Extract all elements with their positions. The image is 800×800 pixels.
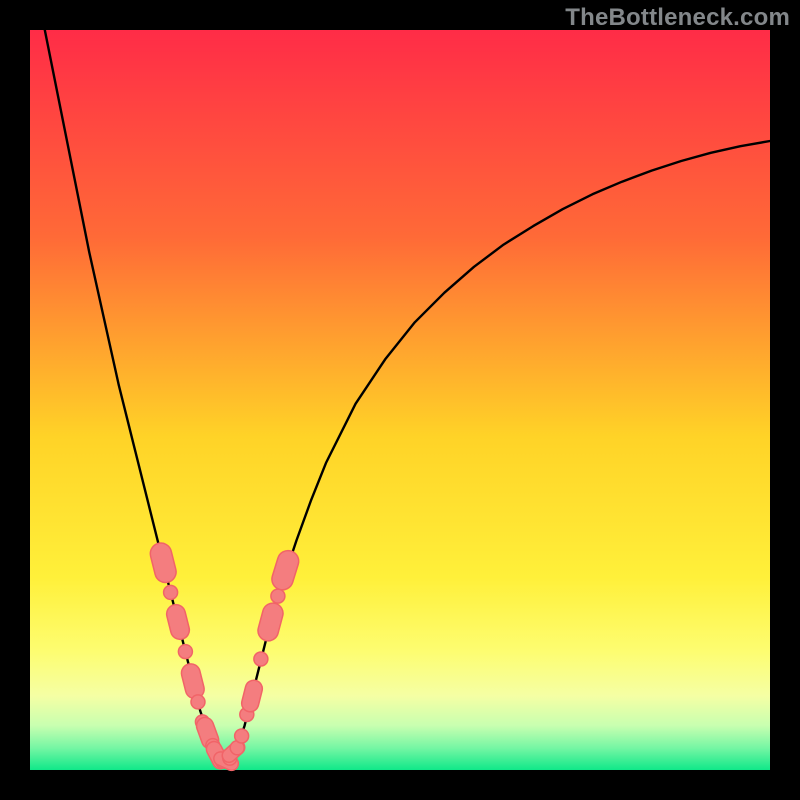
chart-stage: { "attribution": "TheBottleneck.com", "c…	[0, 0, 800, 800]
marker-circle	[254, 652, 268, 666]
plot-background	[30, 30, 770, 770]
marker-circle	[235, 729, 249, 743]
bottleneck-chart	[0, 0, 800, 800]
marker-circle	[191, 695, 205, 709]
attribution-label: TheBottleneck.com	[565, 4, 790, 32]
marker-circle	[271, 589, 285, 603]
marker-circle	[178, 645, 192, 659]
marker-circle	[164, 585, 178, 599]
